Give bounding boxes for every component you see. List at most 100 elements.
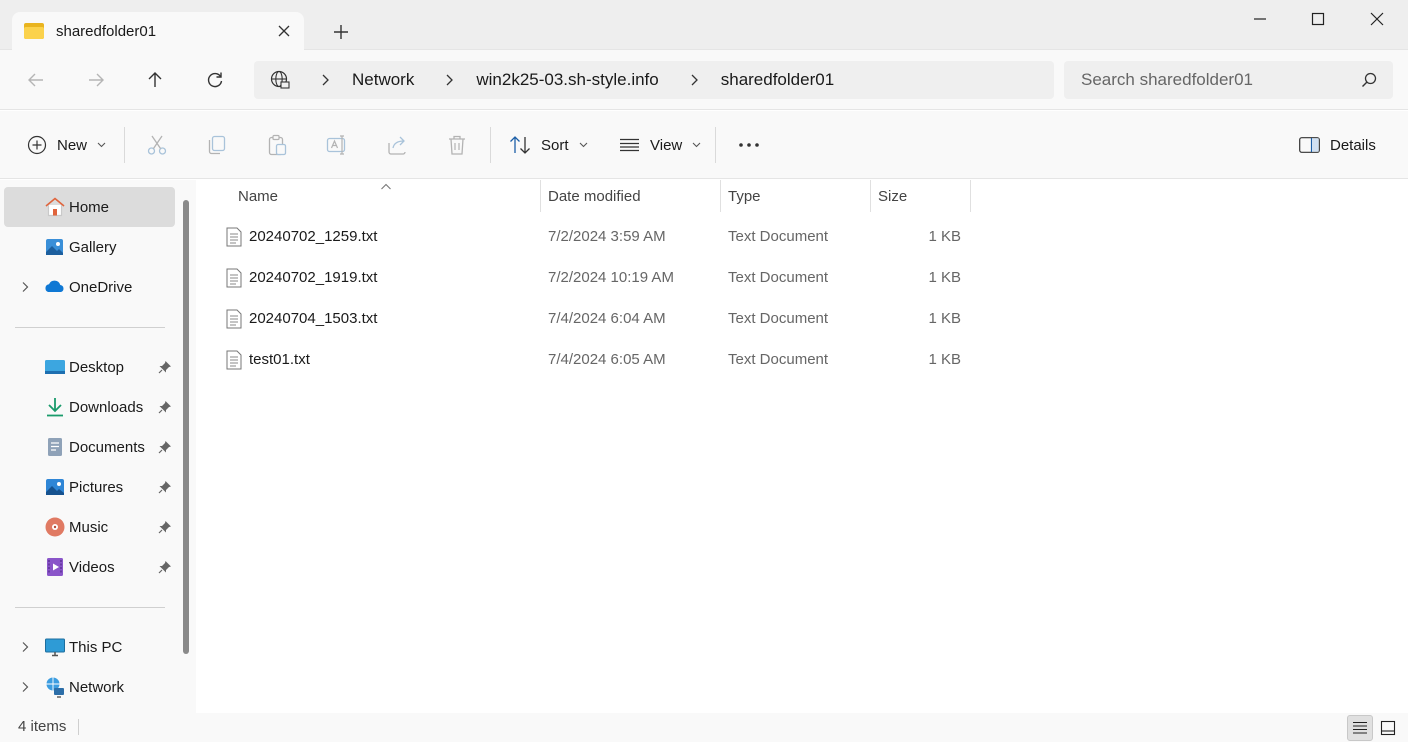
copy-icon[interactable] [205,133,229,157]
sidebar-item-videos[interactable]: Videos [4,547,175,587]
chevron-right-icon[interactable] [18,680,32,694]
table-row[interactable]: test01.txt 7/4/2024 6:05 AM Text Documen… [220,340,970,380]
add-circle-icon [27,135,47,155]
table-row[interactable]: 20240702_1919.txt 7/2/2024 10:19 AM Text… [220,258,970,298]
refresh-button[interactable] [200,65,230,95]
documents-icon [44,436,66,458]
chevron-right-icon[interactable] [18,280,32,294]
column-header-name[interactable]: Name [238,180,278,212]
file-date-modified: 7/2/2024 3:59 AM [548,228,666,245]
sidebar-item-label: Network [69,678,125,696]
text-file-icon [226,268,242,288]
pin-icon[interactable] [158,360,172,374]
text-file-icon [226,227,242,247]
paste-icon[interactable] [265,133,289,157]
sidebar-item-this-pc[interactable]: This PC [4,627,175,667]
minimize-button[interactable] [1231,0,1289,38]
pin-icon[interactable] [158,440,172,454]
sidebar-item-network[interactable]: Network [4,667,175,707]
view-button[interactable]: View [619,129,701,161]
sidebar-item-onedrive[interactable]: OneDrive [4,267,175,307]
sort-button[interactable]: Sort [509,129,588,161]
status-bar: 4 items [0,713,1408,742]
new-tab-button[interactable] [330,21,352,43]
sidebar-scrollbar[interactable] [183,200,189,654]
sort-ascending-icon [380,178,392,190]
tab-title: sharedfolder01 [56,22,157,40]
pin-icon[interactable] [158,560,172,574]
breadcrumb-server[interactable]: win2k25-03.sh-style.info [476,70,658,90]
pin-icon[interactable] [158,520,172,534]
sidebar-item-desktop[interactable]: Desktop [4,347,175,387]
details-button[interactable]: Details [1299,129,1376,161]
column-header-date-modified[interactable]: Date modified [548,180,641,212]
breadcrumb-network[interactable]: Network [352,70,414,90]
search-input[interactable] [1081,70,1341,90]
music-icon [44,516,66,538]
chevron-down-icon [692,142,701,148]
sidebar-item-label: Downloads [69,398,144,416]
new-label: New [57,136,88,154]
rename-icon[interactable] [325,133,349,157]
sidebar-item-label: OneDrive [69,278,133,296]
column-header-size[interactable]: Size [878,180,907,212]
file-size: 1 KB [928,351,961,368]
column-divider[interactable] [970,180,971,212]
column-divider[interactable] [540,180,541,212]
more-options-icon[interactable] [737,133,761,157]
maximize-button[interactable] [1289,0,1347,38]
delete-icon[interactable] [445,133,469,157]
sidebar-item-label: Home [69,198,110,216]
search-box[interactable] [1064,61,1393,99]
new-button[interactable]: New [27,129,106,161]
chevron-right-icon [687,73,701,87]
column-header-type[interactable]: Type [728,180,761,212]
details-view-button[interactable] [1347,715,1373,741]
cut-icon[interactable] [145,133,169,157]
divider [78,719,79,735]
home-icon [44,196,66,218]
chevron-right-icon[interactable] [18,640,32,654]
file-list: Name Date modified Type Size 20240702_12… [196,180,1408,713]
close-window-button[interactable] [1348,0,1406,38]
sidebar-item-documents[interactable]: Documents [4,427,175,467]
sidebar-item-music[interactable]: Music [4,507,175,547]
tiles-view-icon [1380,720,1396,736]
network-globe-icon [270,70,290,90]
column-divider[interactable] [720,180,721,212]
sidebar-item-gallery[interactable]: Gallery [4,227,175,267]
text-file-icon [226,309,242,329]
address-bar[interactable]: Network win2k25-03.sh-style.info sharedf… [254,61,1054,99]
sidebar-item-pictures[interactable]: Pictures [4,467,175,507]
onedrive-icon [44,276,66,298]
table-row[interactable]: 20240704_1503.txt 7/4/2024 6:04 AM Text … [220,299,970,339]
pin-icon[interactable] [158,400,172,414]
file-name: 20240702_1259.txt [249,228,378,245]
tiles-view-button[interactable] [1375,715,1401,741]
chevron-right-icon [318,73,332,87]
sidebar-item-label: Videos [69,558,115,576]
navigation-pane: Home Gallery OneDrive Desktop Downloads [0,180,196,713]
search-icon[interactable] [1361,72,1377,88]
table-row[interactable]: 20240702_1259.txt 7/2/2024 3:59 AM Text … [220,217,970,257]
this-pc-icon [44,636,66,658]
file-name: 20240704_1503.txt [249,310,378,327]
breadcrumb-sharedfolder01[interactable]: sharedfolder01 [721,70,834,90]
sidebar-item-label: Desktop [69,358,125,376]
tab-sharedfolder01[interactable]: sharedfolder01 [12,12,304,50]
column-divider[interactable] [870,180,871,212]
forward-button[interactable] [81,65,111,95]
network-icon [44,676,66,698]
up-button[interactable] [140,65,170,95]
divider [15,607,165,608]
text-file-icon [226,350,242,370]
back-button[interactable] [21,65,51,95]
sidebar-item-home[interactable]: Home [4,187,175,227]
videos-icon [44,556,66,578]
sidebar-item-label: This PC [69,638,123,656]
close-tab-icon[interactable] [274,21,294,41]
sidebar-item-downloads[interactable]: Downloads [4,387,175,427]
file-type: Text Document [728,310,829,327]
share-icon[interactable] [385,133,409,157]
pin-icon[interactable] [158,480,172,494]
